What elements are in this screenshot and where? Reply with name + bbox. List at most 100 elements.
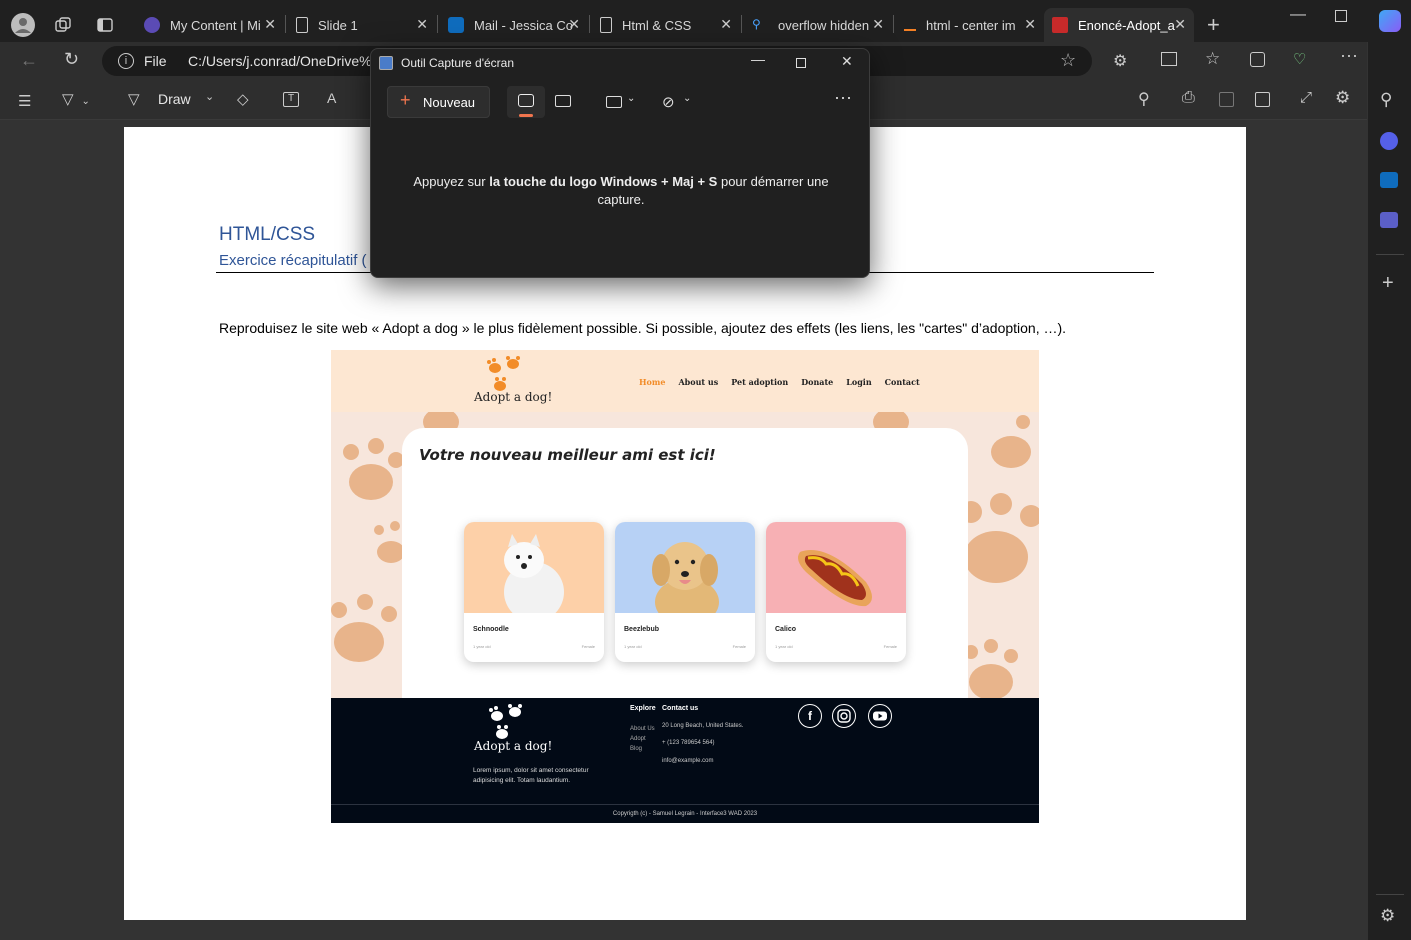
tab-separator: [437, 15, 438, 33]
tab-label: Mail - Jessica Co: [474, 17, 573, 33]
card-sex: Female: [732, 644, 746, 649]
snip-mode-rectangle-icon[interactable]: [606, 96, 622, 108]
tab-center-image[interactable]: html - center im ✕: [896, 8, 1044, 42]
read-aloud-icon[interactable]: A: [327, 90, 336, 106]
nav-login[interactable]: Login: [846, 377, 871, 387]
refresh-icon[interactable]: ↻: [64, 49, 79, 70]
close-tab-icon[interactable]: ✕: [1174, 16, 1186, 33]
chevron-down-icon[interactable]: ⌄: [627, 93, 635, 104]
browser-essentials-icon[interactable]: ♡: [1293, 50, 1306, 68]
card-age: 1 year old: [473, 644, 491, 649]
snip-hint: Appuyez sur la touche du logo Windows + …: [391, 173, 851, 209]
collections-icon[interactable]: [1250, 52, 1265, 67]
tab-enonce-pdf[interactable]: Enoncé-Adopt_a ✕: [1044, 8, 1194, 42]
maximize-window-icon[interactable]: [1335, 10, 1347, 22]
close-tab-icon[interactable]: ✕: [872, 16, 884, 33]
close-tab-icon[interactable]: ✕: [416, 16, 428, 33]
search-icon[interactable]: ⚲: [1138, 89, 1150, 109]
chevron-down-icon[interactable]: ⌄: [205, 90, 214, 103]
document-title: HTML/CSS: [219, 224, 316, 245]
favorites-icon[interactable]: ☆: [1205, 49, 1220, 69]
add-text-icon[interactable]: T: [283, 92, 299, 107]
tab-overflow-hidden[interactable]: ⚲ overflow hidden ✕: [744, 8, 892, 42]
tab-label: Enoncé-Adopt_a: [1078, 17, 1175, 33]
tab-my-content[interactable]: My Content | Mi ✕: [136, 8, 284, 42]
new-tab-icon[interactable]: +: [1207, 12, 1220, 38]
eraser-icon[interactable]: ◇: [237, 90, 249, 108]
back-icon[interactable]: ←: [20, 50, 38, 71]
address-url[interactable]: C:/Users/j.conrad/OneDrive%: [188, 53, 372, 69]
split-screen-icon[interactable]: [1161, 52, 1177, 66]
fullscreen-icon[interactable]: ⤢: [1300, 89, 1312, 106]
card-name: Beezlebub: [624, 626, 660, 633]
contents-list-icon[interactable]: ☰: [18, 92, 31, 110]
favorite-star-icon[interactable]: ☆: [1060, 50, 1076, 71]
chevron-down-icon[interactable]: ⌄: [683, 93, 691, 104]
footer-email[interactable]: info@example.com: [662, 758, 713, 764]
nav-contact[interactable]: Contact: [885, 377, 920, 387]
card-image: [766, 522, 906, 613]
nav-pet-adoption[interactable]: Pet adoption: [731, 377, 788, 387]
save-as-icon[interactable]: [1255, 92, 1270, 107]
tab-label: My Content | Mi: [170, 17, 261, 33]
instagram-icon[interactable]: [832, 704, 856, 728]
draw-button[interactable]: Draw: [158, 91, 191, 107]
print-icon[interactable]: ⎙: [1182, 89, 1195, 107]
close-tab-icon[interactable]: ✕: [1024, 16, 1036, 33]
close-tab-icon[interactable]: ✕: [720, 16, 732, 33]
settings-gear-icon[interactable]: ⚙: [1335, 88, 1350, 108]
adoption-card[interactable]: Beezlebub 1 year old Female: [615, 522, 755, 662]
extensions-icon[interactable]: ⚙: [1113, 51, 1127, 71]
teams-icon[interactable]: [1380, 212, 1398, 228]
tab-separator: [893, 15, 894, 33]
browser-tab-bar: My Content | Mi ✕ Slide 1 ✕ Mail - Jessi…: [0, 0, 1411, 46]
youtube-icon[interactable]: [868, 704, 892, 728]
sidebar-settings-icon[interactable]: ⚙: [1380, 906, 1395, 926]
minimize-window-icon[interactable]: —: [1290, 6, 1306, 24]
screenshot-mode-button[interactable]: [507, 86, 545, 118]
paw-logo-icon: [487, 704, 527, 742]
outlook-icon[interactable]: [1380, 172, 1398, 188]
new-capture-button[interactable]: + Nouveau: [387, 86, 490, 118]
workspaces-icon[interactable]: [54, 16, 72, 34]
draw-icon[interactable]: ▽: [128, 90, 140, 108]
adoption-card[interactable]: Schnoodle 1 year old Female: [464, 522, 604, 662]
more-options-icon[interactable]: ···: [1340, 45, 1358, 66]
minimize-window-icon[interactable]: —: [751, 51, 765, 67]
profile-avatar-icon[interactable]: [11, 13, 35, 37]
copilot-chat-icon[interactable]: [1380, 132, 1398, 150]
maximize-window-icon[interactable]: [796, 58, 806, 68]
card-sex: Female: [581, 644, 595, 649]
highlight-icon[interactable]: ▽ ⌄: [62, 90, 90, 108]
footer-link-blog[interactable]: Blog: [630, 744, 655, 754]
footer-link-adopt[interactable]: Adopt: [630, 734, 655, 744]
tab-html-css[interactable]: Html & CSS ✕: [592, 8, 740, 42]
save-icon[interactable]: [1219, 92, 1234, 107]
snip-hint-prefix: Appuyez sur: [413, 174, 490, 189]
nav-about-us[interactable]: About us: [678, 377, 718, 387]
tab-mail[interactable]: Mail - Jessica Co ✕: [440, 8, 588, 42]
card-age: 1 year old: [775, 644, 793, 649]
close-tab-icon[interactable]: ✕: [264, 16, 276, 33]
delay-timer-off-icon[interactable]: ⊘: [662, 93, 675, 111]
nav-donate[interactable]: Donate: [801, 377, 833, 387]
close-tab-icon[interactable]: ✕: [568, 16, 580, 33]
more-options-icon[interactable]: ···: [834, 87, 852, 108]
close-window-icon[interactable]: ✕: [841, 53, 853, 70]
copilot-icon[interactable]: [1379, 10, 1401, 32]
camera-icon: [518, 94, 534, 107]
nav-home[interactable]: Home: [639, 377, 665, 387]
footer-link-about-us[interactable]: About Us: [630, 724, 655, 734]
tab-slide-1[interactable]: Slide 1 ✕: [288, 8, 436, 42]
tab-actions-icon[interactable]: [96, 16, 114, 34]
hero-panel: Votre nouveau meilleur ami est ici! Schn…: [402, 428, 968, 718]
adoption-card[interactable]: Calico 1 year old Female: [766, 522, 906, 662]
tab-separator: [589, 15, 590, 33]
facebook-icon[interactable]: f: [798, 704, 822, 728]
search-icon[interactable]: ⚲: [1380, 90, 1392, 110]
selected-indicator: [519, 114, 533, 117]
info-icon[interactable]: i: [118, 53, 134, 69]
add-app-icon[interactable]: +: [1382, 272, 1394, 295]
site-header: Adopt a dog! Home About us Pet adoption …: [331, 350, 1039, 412]
video-camera-icon[interactable]: [555, 95, 571, 107]
